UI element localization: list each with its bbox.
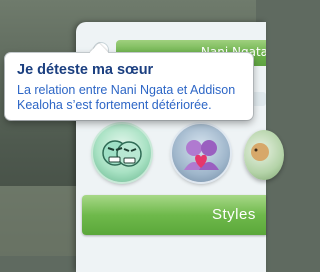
trait-two-sims-heart[interactable] [172, 124, 230, 182]
relationship-tooltip: Je déteste ma sœur La relation entre Nan… [5, 43, 253, 120]
tooltip-title: Je déteste ma sœur [17, 62, 154, 78]
trait-icon [251, 143, 269, 161]
trait-angry-faces[interactable] [93, 124, 151, 182]
styles-button-label: Styles [212, 206, 256, 223]
styles-button[interactable]: Styles [82, 195, 266, 235]
angry-faces-icon [102, 140, 142, 167]
tooltip-body: La relation entre Nani Ngata et Addison … [17, 83, 236, 112]
trait-partial[interactable] [244, 130, 284, 180]
two-sims-heart-icon [184, 140, 219, 170]
